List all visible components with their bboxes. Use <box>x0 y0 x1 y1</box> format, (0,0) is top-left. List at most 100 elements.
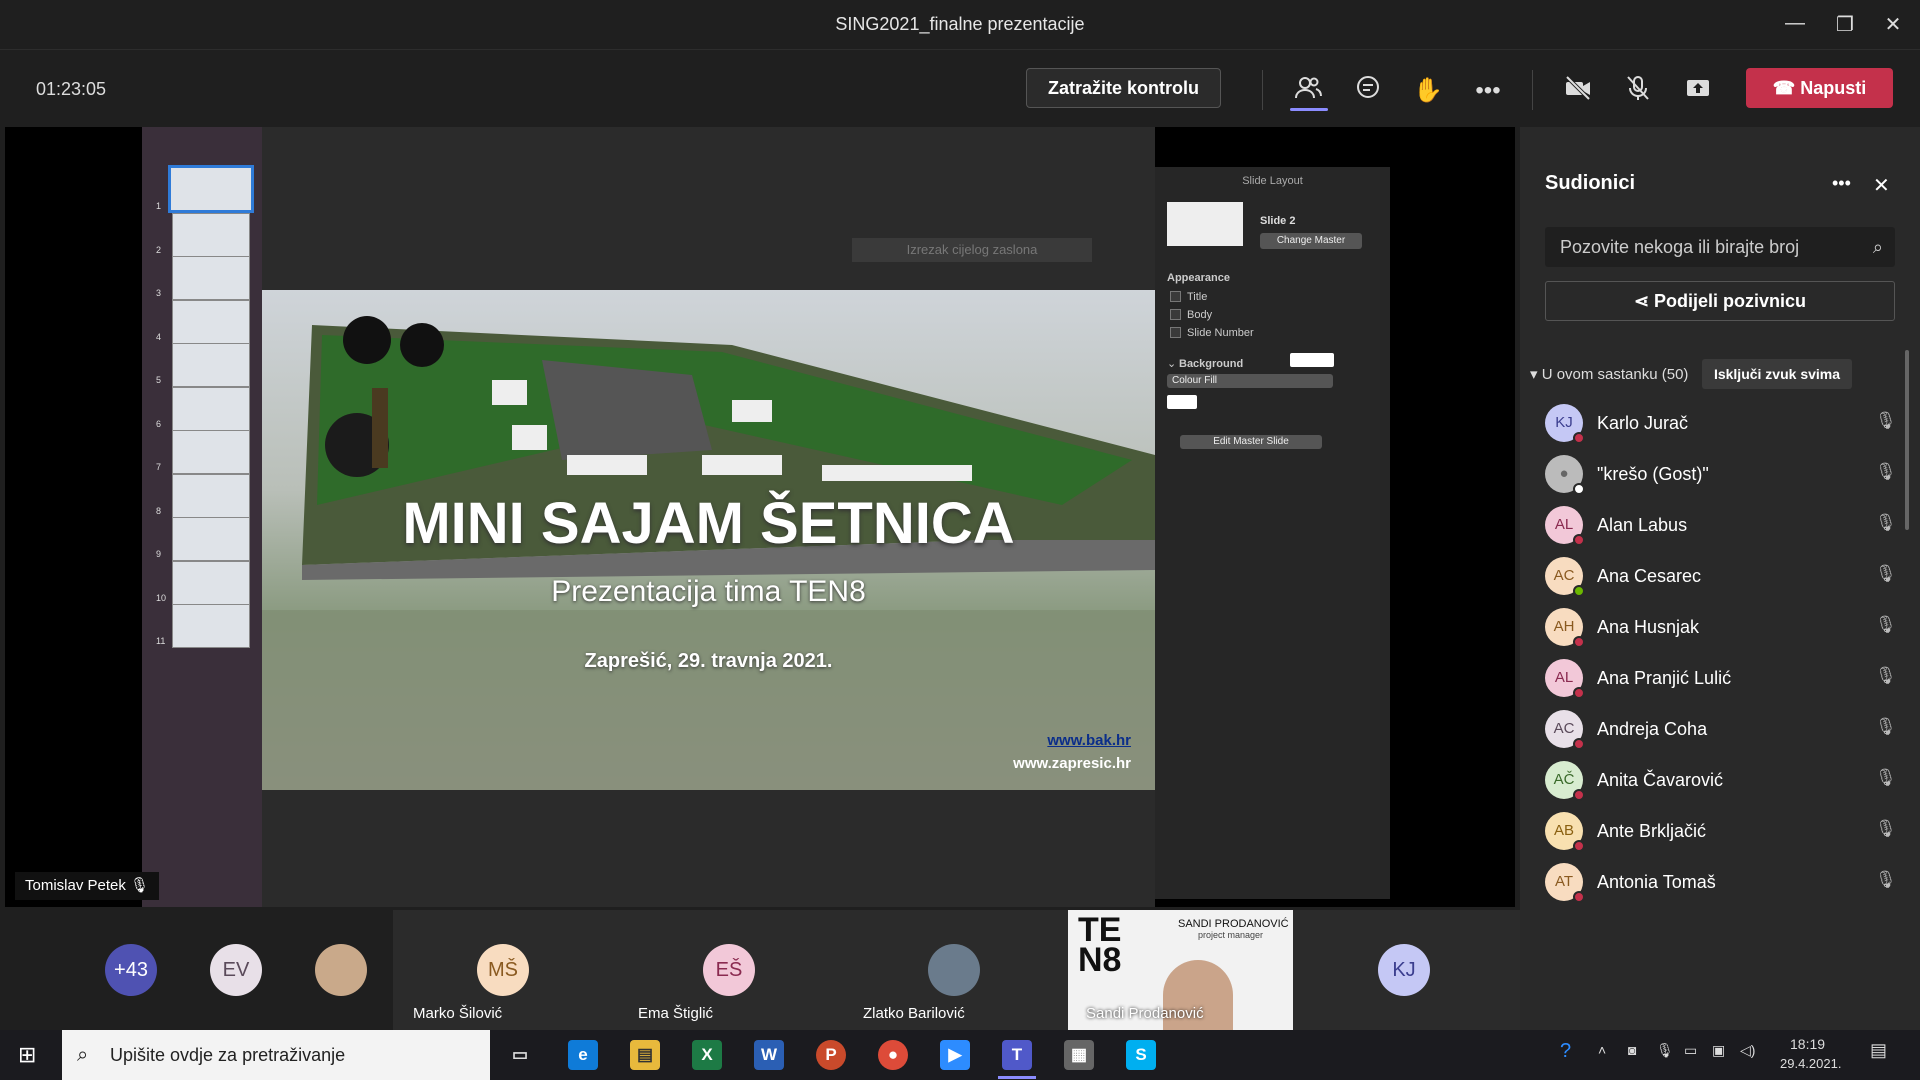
presence-status-icon <box>1573 483 1585 495</box>
mic-off-icon[interactable]: 🎙 <box>1875 462 1897 482</box>
title-checkbox[interactable] <box>1170 291 1181 302</box>
participant-name: Antonia Tomaš <box>1597 872 1716 892</box>
camera-off-icon[interactable] <box>1560 74 1596 110</box>
restore-icon[interactable]: ❐ <box>1830 12 1860 37</box>
slide-title: MINI SAJAM ŠETNICA <box>402 491 1015 556</box>
slide-thumbnail[interactable] <box>168 165 254 213</box>
appearance-label: Appearance <box>1167 272 1230 284</box>
slide-link-bak[interactable]: www.bak.hr <box>1047 732 1131 749</box>
slide-thumbnail-number: 1 <box>156 201 162 211</box>
slide-thumbnail-pane: 1 2 3 4 5 6 7 8 9 10 11 <box>142 127 262 907</box>
search-placeholder: Pozovite nekoga ili birajte broj <box>1560 237 1800 257</box>
slide-thumbnail[interactable] <box>172 473 250 518</box>
mic-off-icon[interactable]: 🎙 <box>1875 564 1897 584</box>
slide-thumbnail[interactable] <box>172 299 250 344</box>
mic-off-icon[interactable]: 🎙 <box>1875 411 1897 431</box>
participant-row[interactable]: KJ Karlo Jurač 🎙 <box>1545 399 1897 449</box>
in-meeting-section[interactable]: ▾ U ovom sastanku (50) <box>1530 365 1688 383</box>
mic-off-icon[interactable] <box>1620 74 1656 110</box>
share-invite-button[interactable]: ⋖ Podijeli pozivnicu <box>1545 281 1895 321</box>
chat-icon[interactable] <box>1350 74 1386 110</box>
mic-off-icon[interactable]: 🎙 <box>1875 870 1897 890</box>
notifications-icon[interactable]: ▤ <box>1870 1040 1887 1061</box>
participant-name: Karlo Jurač <box>1597 413 1689 433</box>
search-icon: ⌕ <box>1872 237 1883 257</box>
avatar: MŠ <box>477 944 529 996</box>
edit-master-slide-button[interactable]: Edit Master Slide <box>1180 435 1322 449</box>
mic-off-icon[interactable]: 🎙 <box>1875 819 1897 839</box>
team-logo: TE N8 <box>1078 911 1122 979</box>
meeting-toolbar: 01:23:05 Zatražite kontrolu ✋ ••• ☎ Napu… <box>0 50 1920 127</box>
close-icon[interactable]: ✕ <box>1873 173 1890 198</box>
presence-status-icon <box>1573 636 1585 648</box>
clock-time: 18:19 <box>1790 1036 1826 1052</box>
more-options-icon[interactable]: ••• <box>1832 173 1851 194</box>
slide-thumbnail[interactable] <box>172 386 250 431</box>
participant-row[interactable]: ● "krešo (Gost)" 🎙 <box>1545 450 1897 500</box>
chevron-up-icon[interactable]: ˄ <box>1598 1042 1606 1058</box>
mic-off-icon[interactable]: 🎙 <box>1875 768 1897 788</box>
participant-row[interactable]: AČ Anita Čavarović 🎙 <box>1545 756 1897 806</box>
mic-off-icon[interactable]: 🎙 <box>1875 717 1897 737</box>
skype-icon[interactable]: S <box>1126 1040 1156 1070</box>
raise-hand-icon[interactable]: ✋ <box>1410 74 1446 110</box>
presence-status-icon <box>1573 789 1585 801</box>
taskbar-search-input[interactable]: ⌕ Upišite ovdje za pretraživanje <box>62 1030 490 1080</box>
overflow-participants[interactable]: +43 <box>105 944 157 996</box>
scrollbar[interactable] <box>1905 350 1909 530</box>
background-color-swatch[interactable] <box>1290 353 1334 367</box>
participants-icon[interactable] <box>1290 74 1326 110</box>
slide-thumbnail[interactable] <box>172 212 250 257</box>
task-view-icon[interactable]: ▭ <box>505 1040 535 1070</box>
more-options-icon[interactable]: ••• <box>1470 74 1506 110</box>
participant-row[interactable]: AH Ana Husnjak 🎙 <box>1545 603 1897 653</box>
participant-row[interactable]: AL Ana Pranjić Lulić 🎙 <box>1545 654 1897 704</box>
avatar: EV <box>210 944 262 996</box>
slide-thumbnail[interactable] <box>172 560 250 605</box>
help-icon[interactable]: ? <box>1560 1040 1571 1063</box>
request-control-button[interactable]: Zatražite kontrolu <box>1026 68 1221 108</box>
share-screen-icon[interactable] <box>1680 74 1716 110</box>
mic-off-icon[interactable]: 🎙 <box>1875 666 1897 686</box>
presenter-name-badge: Tomislav Petek 🎙 <box>15 872 160 900</box>
participant-row[interactable]: AL Alan Labus 🎙 <box>1545 501 1897 551</box>
volume-icon[interactable]: ◁) <box>1740 1042 1755 1059</box>
shared-screen: 1 2 3 4 5 6 7 8 9 10 11 Izrezak cijelog zaslona MI… <box>5 127 1515 907</box>
edge-icon[interactable]: e <box>568 1040 598 1070</box>
colour-fill-select[interactable]: Colour Fill <box>1167 374 1333 388</box>
zoom-icon[interactable]: ▶ <box>940 1040 970 1070</box>
close-window-icon[interactable]: ✕ <box>1878 12 1908 37</box>
file-explorer-icon[interactable]: ▤ <box>630 1040 660 1070</box>
participant-row[interactable]: AC Andreja Coha 🎙 <box>1545 705 1897 755</box>
participant-row[interactable]: AT Antonia Tomaš 🎙 <box>1545 858 1897 908</box>
mic-off-icon[interactable]: 🎙 <box>1875 615 1897 635</box>
title-option-label: Title <box>1187 291 1208 303</box>
participant-name: Ana Pranjić Lulić <box>1597 668 1732 688</box>
word-icon[interactable]: W <box>754 1040 784 1070</box>
minimize-icon[interactable]: — <box>1780 12 1810 35</box>
slide-thumbnail[interactable] <box>172 430 250 474</box>
invite-search-input[interactable]: Pozovite nekoga ili birajte broj ⌕ <box>1545 227 1895 267</box>
leave-button[interactable]: ☎ Napusti <box>1746 68 1893 108</box>
teams-icon[interactable]: T <box>1002 1040 1032 1070</box>
slide-thumbnail[interactable] <box>172 604 250 648</box>
fill-color-swatch[interactable] <box>1167 395 1197 409</box>
participant-row[interactable]: AB Ante Brkljačić 🎙 <box>1545 807 1897 857</box>
slide-thumbnail[interactable] <box>172 343 250 387</box>
body-checkbox[interactable] <box>1170 309 1181 320</box>
participant-row[interactable]: AC Ana Cesarec 🎙 <box>1545 552 1897 602</box>
powerpoint-icon[interactable]: P <box>816 1040 846 1070</box>
participant-name: Ana Cesarec <box>1597 566 1702 586</box>
chrome-icon[interactable]: ● <box>878 1040 908 1070</box>
mic-off-icon[interactable]: 🎙 <box>1875 513 1897 533</box>
calculator-icon[interactable]: ▦ <box>1064 1040 1094 1070</box>
windows-start-icon[interactable]: ⊞ <box>18 1042 36 1068</box>
change-master-button[interactable]: Change Master <box>1260 233 1362 249</box>
chevron-down-icon[interactable]: ⌄ <box>1167 357 1176 370</box>
slide-thumbnail[interactable] <box>172 517 250 561</box>
slide-number-checkbox[interactable] <box>1170 327 1181 338</box>
slide-thumbnail-number: 4 <box>156 331 162 342</box>
mute-all-button[interactable]: Isključi zvuk svima <box>1702 359 1852 389</box>
excel-icon[interactable]: X <box>692 1040 722 1070</box>
slide-thumbnail[interactable] <box>172 256 250 300</box>
